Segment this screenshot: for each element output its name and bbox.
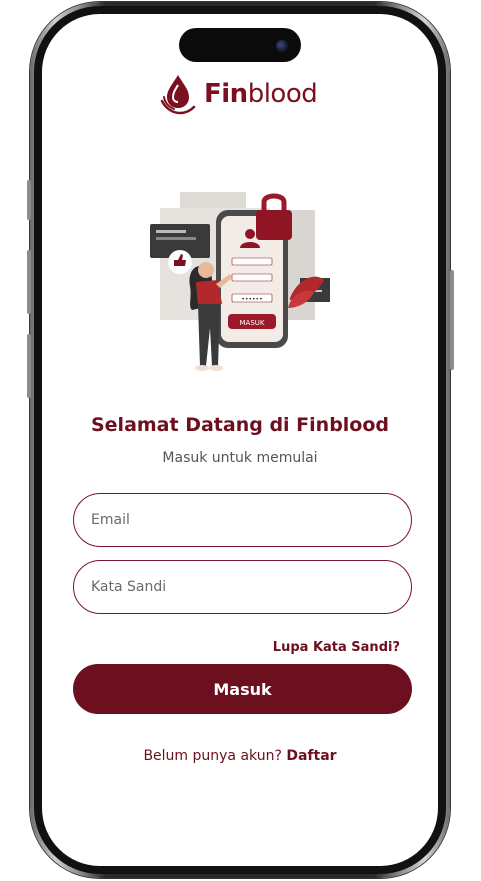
- app-screen: [42, 14, 438, 866]
- app-logo: Finblood: [160, 72, 318, 116]
- welcome-title: Selamat Datang di Finblood: [90, 414, 390, 436]
- phone-volume-up-button: [27, 250, 31, 314]
- forgot-password-link[interactable]: Lupa Kata Sandi?: [273, 640, 400, 655]
- password-field[interactable]: [73, 560, 412, 614]
- register-prompt-text: Belum punya akun?: [143, 748, 282, 764]
- phone-volume-down-button: [27, 334, 31, 398]
- login-illustration: •••••• MASUK: [150, 192, 330, 371]
- welcome-subtitle: Masuk untuk memulai: [162, 450, 318, 466]
- email-input[interactable]: [89, 511, 393, 529]
- illustration-button-text: MASUK: [240, 319, 265, 327]
- login-button[interactable]: Masuk: [73, 664, 412, 714]
- phone-power-button: [450, 270, 454, 370]
- register-prompt: Belum punya akun? Daftar: [60, 748, 420, 764]
- email-field[interactable]: [73, 493, 412, 547]
- camera-icon: [276, 40, 288, 52]
- phone-action-button: [27, 180, 31, 220]
- app-name: Finblood: [204, 79, 318, 109]
- illustration-password-mask: ••••••: [241, 296, 262, 303]
- password-input[interactable]: [89, 578, 393, 596]
- register-link[interactable]: Daftar: [286, 748, 336, 764]
- blood-drop-hand-icon: [160, 75, 196, 115]
